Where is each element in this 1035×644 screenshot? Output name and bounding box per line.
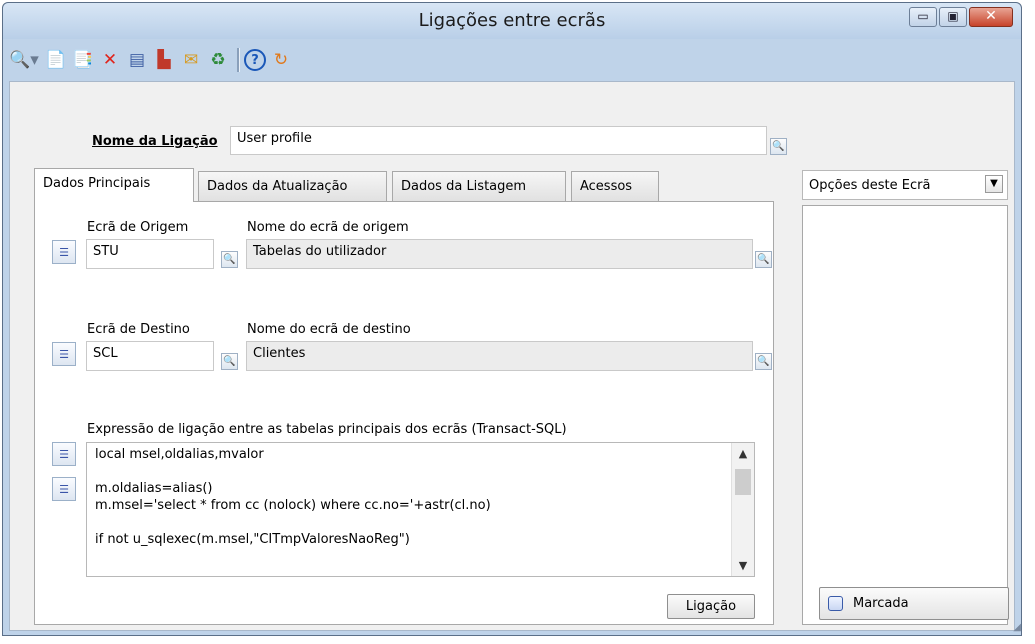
expressao-list-button-2[interactable]: ☰ (52, 477, 76, 501)
code-line: m.oldalias=alias() (95, 481, 213, 496)
nome-ligacao-label-text: Nome da Ligação (92, 134, 218, 149)
origem-list-button[interactable]: ☰ (52, 240, 76, 264)
nome-ecra-destino-field: Clientes (246, 341, 753, 371)
nome-ligacao-label: Nome da Ligação (92, 134, 218, 149)
form-area: Nome da Ligação User profile 🔍 Dados Pri… (9, 81, 1015, 631)
magnifier-icon: 🔍 (223, 254, 236, 265)
opcoes-panel: Marcada (802, 205, 1009, 625)
sync-icon[interactable]: ↻ (269, 48, 293, 72)
refresh-icon[interactable]: ♻ (206, 48, 230, 72)
tab-label: Dados da Listagem (401, 179, 527, 194)
tab-acessos[interactable]: Acessos (571, 171, 659, 201)
hierarchy-icon[interactable]: ▙ (152, 48, 176, 72)
minimize-button[interactable]: ▭ (909, 7, 937, 27)
window: Ligações entre ecrãs ▭ ▣ ✕ 🔍▾ 📄 📑 ✕ ▤ ▙ ✉ ♻? ↻ N… (2, 2, 1022, 636)
title-bar[interactable]: Ligações entre ecrãs ▭ ▣ ✕ (3, 3, 1021, 39)
form-icon[interactable]: ▤ (125, 48, 149, 72)
ecra-origem-label: Ecrã de Origem (87, 220, 189, 235)
tab-label: Dados Principais (43, 176, 151, 191)
close-button[interactable]: ✕ (969, 7, 1013, 27)
marcada-label: Marcada (853, 596, 909, 611)
nome-origem-lookup-button[interactable]: 🔍 (755, 251, 772, 268)
marcada-button[interactable]: Marcada (819, 587, 1009, 620)
tab-panel-dados-principais: Ecrã de Origem Nome do ecrã de origem ☰ … (34, 201, 774, 625)
expressao-label: Expressão de ligação entre as tabelas pr… (87, 422, 567, 437)
nome-ligacao-input[interactable]: User profile (230, 126, 767, 155)
nome-ecra-origem-field: Tabelas do utilizador (246, 239, 753, 269)
list-icon: ☰ (59, 245, 69, 259)
toolbar-separator (237, 48, 240, 72)
nome-ecra-destino-label: Nome do ecrã de destino (247, 322, 411, 337)
code-line: local msel,oldalias,mvalor (95, 447, 264, 462)
ecra-origem-input[interactable]: STU (86, 239, 214, 269)
window-controls: ▭ ▣ ✕ (907, 7, 1013, 27)
tab-dados-atualizacao[interactable]: Dados da Atualização (198, 171, 387, 201)
maximize-button[interactable]: ▣ (939, 7, 967, 27)
minimize-icon: ▭ (917, 9, 929, 23)
tab-dados-principais[interactable]: Dados Principais (34, 168, 194, 202)
scroll-thumb[interactable] (735, 469, 751, 495)
code-line: if not u_sqlexec(m.msel,"CITmpValoresNao… (95, 532, 410, 547)
tab-label: Dados da Atualização (207, 179, 348, 194)
magnifier-icon: 🔍 (757, 254, 770, 265)
maximize-icon: ▣ (947, 9, 959, 23)
magnifier-icon: 🔍 (772, 141, 785, 152)
close-icon: ✕ (985, 8, 997, 24)
opcoes-ecra-value: Opções deste Ecrã (809, 178, 931, 193)
code-line: m.msel='select * from cc (nolock) where … (95, 498, 491, 513)
delete-icon[interactable]: ✕ (98, 48, 122, 72)
ecra-destino-label: Ecrã de Destino (87, 322, 190, 337)
ecra-destino-input[interactable]: SCL (86, 341, 214, 371)
list-icon: ☰ (59, 347, 69, 361)
tab-label: Acessos (580, 179, 633, 194)
magnifier-icon: 🔍 (757, 356, 770, 367)
list-icon: ☰ (59, 482, 69, 496)
nome-ecra-origem-label: Nome do ecrã de origem (247, 220, 409, 235)
checkbox-icon (828, 596, 843, 611)
ligacao-button[interactable]: Ligação (667, 594, 755, 619)
resize-grip-icon[interactable]: ◢ (1007, 621, 1021, 635)
scroll-down-icon[interactable]: ▼ (732, 559, 754, 572)
chevron-down-icon[interactable]: ▼ (985, 175, 1003, 193)
magnifier-icon: 🔍 (223, 356, 236, 367)
list-icon: ☰ (59, 447, 69, 461)
expressao-label-text: Expressão de ligação entre as tabelas pr… (87, 422, 567, 437)
destino-list-button[interactable]: ☰ (52, 342, 76, 366)
new-document-icon[interactable]: 📄 (44, 48, 68, 72)
mail-icon[interactable]: ✉ (179, 48, 203, 72)
expressao-editor[interactable]: local msel,oldalias,mvalor m.oldalias=al… (86, 442, 755, 577)
expressao-list-button-1[interactable]: ☰ (52, 442, 76, 466)
copy-document-icon[interactable]: 📑 (71, 48, 95, 72)
window-title: Ligações entre ecrãs (418, 10, 606, 31)
toolbar: 🔍▾ 📄 📑 ✕ ▤ ▙ ✉ ♻? ↻ (7, 43, 1017, 77)
nome-destino-lookup-button[interactable]: 🔍 (755, 353, 772, 370)
opcoes-ecra-combo[interactable]: Opções deste Ecrã ▼ (802, 170, 1008, 200)
search-icon[interactable]: 🔍▾ (7, 48, 41, 72)
tab-dados-listagem[interactable]: Dados da Listagem (392, 171, 566, 201)
ecra-origem-lookup-button[interactable]: 🔍 (221, 251, 238, 268)
nome-ligacao-lookup-button[interactable]: 🔍 (770, 138, 787, 155)
scroll-up-icon[interactable]: ▲ (732, 447, 754, 460)
help-icon[interactable]: ? (244, 49, 266, 71)
expressao-scrollbar[interactable]: ▲ ▼ (731, 443, 754, 576)
ecra-destino-lookup-button[interactable]: 🔍 (221, 353, 238, 370)
